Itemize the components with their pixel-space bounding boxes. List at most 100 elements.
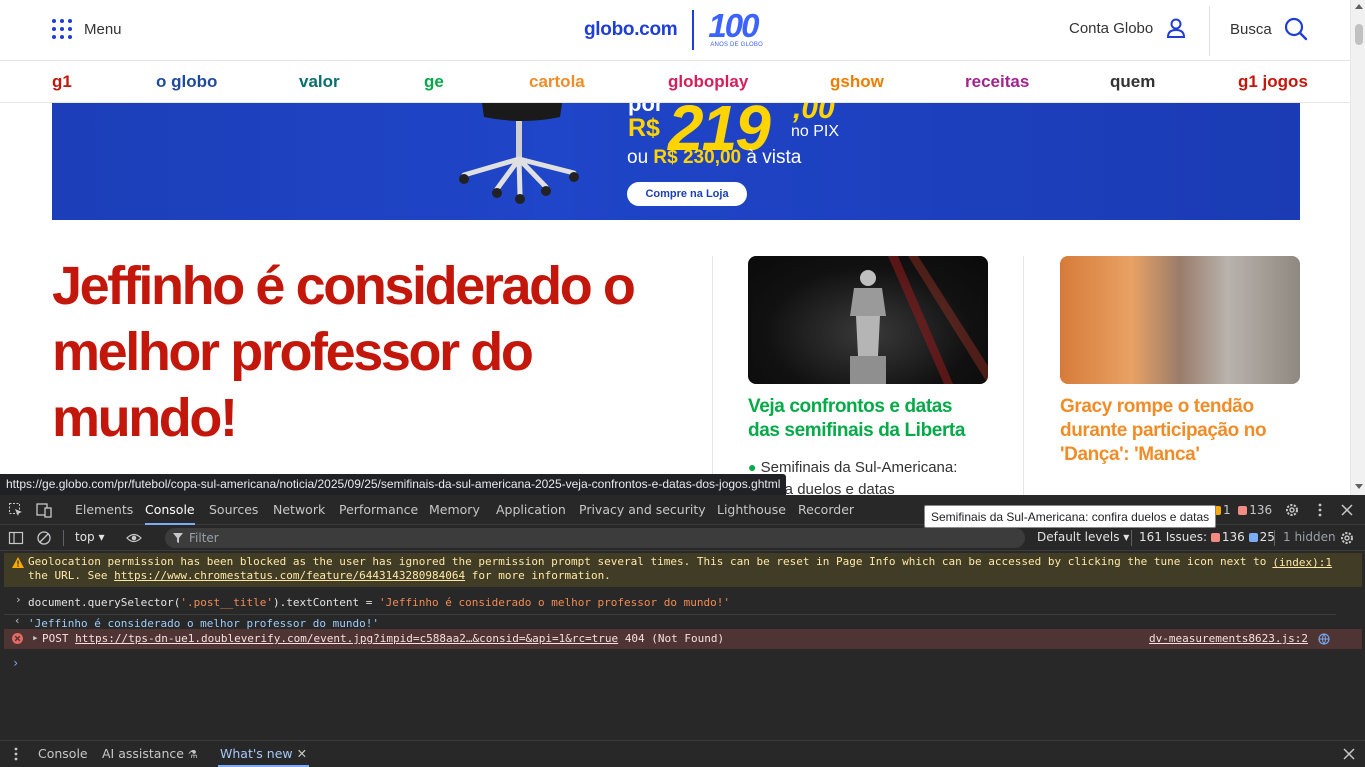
expand-triangle-icon[interactable]: ▸ xyxy=(32,631,39,644)
input-selector-arg: '.post__title' xyxy=(180,596,274,609)
warning-count: 1 xyxy=(1223,503,1231,517)
devtools-tab-performance[interactable]: Performance xyxy=(339,495,418,525)
nav-item-receitas[interactable]: receitas xyxy=(965,72,1029,92)
error-url-link[interactable]: https://tps-dn-ue1.doubleverify.com/even… xyxy=(75,632,618,645)
main-headline[interactable]: Jeffinho é considerado o melhor professo… xyxy=(52,253,692,451)
toolbar-divider xyxy=(1274,530,1275,546)
nav-item-ge[interactable]: ge xyxy=(424,72,444,92)
logo-100-number: 100 xyxy=(708,7,759,44)
nav-item-quem[interactable]: quem xyxy=(1110,72,1155,92)
scrollbar-thumb[interactable] xyxy=(1355,24,1363,45)
input-prefix: document. xyxy=(28,596,88,609)
console-input-command[interactable]: document.querySelector('.post__title').t… xyxy=(28,596,730,610)
drawer-tab-ai-assistance[interactable]: AI assistance ⚗ xyxy=(102,741,198,767)
devtools-tab-elements[interactable]: Elements xyxy=(75,495,133,525)
warning-triangle-icon xyxy=(12,557,24,568)
office-chair-image xyxy=(459,103,579,204)
inspect-element-icon[interactable] xyxy=(8,502,24,518)
sidebar-toggle-icon[interactable] xyxy=(8,530,24,546)
devtools-tab-console[interactable]: Console xyxy=(145,495,195,525)
warning-source-link[interactable]: (index):1 xyxy=(1272,556,1332,570)
devtools-tab-recorder[interactable]: Recorder xyxy=(798,495,854,525)
devtools-panel: Elements Console Sources Network Perform… xyxy=(0,495,1365,767)
devtools-tab-application[interactable]: Application xyxy=(496,495,566,525)
live-expression-eye-icon[interactable] xyxy=(126,530,142,546)
page-scrollbar[interactable] xyxy=(1350,0,1365,495)
console-error-message[interactable]: ▸ POST https://tps-dn-ue1.doubleverify.c… xyxy=(4,629,1362,649)
ad-banner[interactable]: por R$ 219 ,00 no PIX ou R$ 230,00 à vis… xyxy=(52,103,1300,220)
toolbar-divider xyxy=(1131,530,1132,546)
drawer-tab-whats-new-label: What's new xyxy=(220,746,293,761)
console-settings-gear-icon[interactable] xyxy=(1339,530,1355,546)
context-selector[interactable]: top ▾ xyxy=(75,530,105,544)
console-prompt-icon[interactable]: › xyxy=(12,656,19,670)
ad-cta-button[interactable]: Compre na Loja xyxy=(627,182,747,206)
search-button[interactable]: Busca xyxy=(1230,17,1308,41)
search-icon xyxy=(1284,17,1307,41)
nav-item-cartola[interactable]: cartola xyxy=(529,72,585,92)
warning-link[interactable]: https://www.chromestatus.com/feature/644… xyxy=(114,569,465,582)
site-header: Menu globo.com 100 ANOS DE GLOBO Conta G… xyxy=(0,0,1350,61)
issues-info-count: 25 xyxy=(1259,530,1275,544)
flask-icon: ⚗ xyxy=(187,748,198,761)
devtools-issue-badges[interactable]: 1 136 xyxy=(1212,503,1272,517)
libertadores-trophy-image[interactable] xyxy=(748,256,988,384)
input-method: querySelector xyxy=(87,596,174,609)
close-drawer-icon[interactable] xyxy=(1341,746,1357,762)
console-filter-input[interactable]: Filter xyxy=(165,528,1025,548)
nav-item-g1-jogos[interactable]: g1 jogos xyxy=(1238,72,1308,92)
header-divider xyxy=(1209,6,1210,56)
gracy-photo[interactable] xyxy=(1060,256,1300,384)
issues-warning-count: 136 xyxy=(1221,530,1245,544)
close-tab-icon[interactable]: ✕ xyxy=(297,746,307,761)
input-value: 'Jeffinho é considerado o melhor profess… xyxy=(379,596,731,609)
close-devtools-icon[interactable] xyxy=(1339,502,1355,518)
devtools-tab-memory[interactable]: Memory xyxy=(429,495,480,525)
column-divider xyxy=(712,256,713,496)
error-status: 404 (Not Found) xyxy=(624,632,725,645)
warning-line2-suffix: for more information. xyxy=(471,569,611,582)
issues-info-icon xyxy=(1248,533,1258,542)
devtools-tab-privacy[interactable]: Privacy and security xyxy=(579,495,706,525)
warning-text-line2: the URL. See https://www.chromestatus.co… xyxy=(28,569,1362,583)
nav-item-g1[interactable]: g1 xyxy=(52,72,72,92)
nav-item-globoplay[interactable]: globoplay xyxy=(668,72,748,92)
globo-logo[interactable]: globo.com 100 ANOS DE GLOBO xyxy=(584,9,770,51)
ad-vista-price: R$ 230,00 xyxy=(653,147,742,168)
scroll-up-arrow-icon[interactable] xyxy=(1355,4,1363,9)
console-toolbar: top ▾ Filter Default levels ▾ 161 Issues… xyxy=(0,525,1365,551)
output-chevron-icon: ‹ xyxy=(14,614,21,627)
nav-item-gshow[interactable]: gshow xyxy=(830,72,884,92)
drawer-tab-console[interactable]: Console xyxy=(38,741,88,767)
error-source-link[interactable]: dv-measurements8623.js:2 xyxy=(1149,632,1308,645)
drawer-tab-whats-new[interactable]: What's new ✕ xyxy=(218,741,310,767)
dropdown-arrow-icon: ▾ xyxy=(98,530,105,544)
levels-label: Default levels xyxy=(1037,530,1120,544)
nav-item-valor[interactable]: valor xyxy=(299,72,340,92)
clear-console-icon[interactable] xyxy=(36,530,52,546)
warning-line2-prefix: the URL. See xyxy=(28,569,108,582)
issues-counter[interactable]: 161 Issues: 136 25 xyxy=(1139,530,1275,544)
account-button[interactable]: Conta Globo xyxy=(1069,17,1187,39)
network-request-icon[interactable] xyxy=(1318,633,1330,645)
toolbar-divider xyxy=(63,530,64,546)
issues-warning-icon xyxy=(1210,533,1220,542)
more-options-icon[interactable] xyxy=(1312,502,1328,518)
hidden-messages-count: 1 hidden xyxy=(1283,530,1336,544)
log-levels-dropdown[interactable]: Default levels ▾ xyxy=(1037,530,1129,544)
device-toolbar-icon[interactable] xyxy=(36,502,52,518)
nav-item-o-globo[interactable]: o globo xyxy=(156,72,217,92)
issue-count: 136 xyxy=(1249,503,1273,517)
menu-button[interactable]: Menu xyxy=(52,18,122,40)
devtools-tab-sources[interactable]: Sources xyxy=(209,495,258,525)
card-title-gracy[interactable]: Gracy rompe o tendão durante participaçã… xyxy=(1060,395,1300,467)
drawer-tab-ai-label: AI assistance xyxy=(102,746,184,761)
drawer-menu-icon[interactable] xyxy=(8,746,24,762)
scroll-down-arrow-icon[interactable] xyxy=(1355,484,1363,489)
search-label: Busca xyxy=(1230,20,1272,38)
card-title-libertadores[interactable]: Veja confrontos e datas das semifinais d… xyxy=(748,395,988,443)
bullet-icon: ● xyxy=(748,459,757,475)
devtools-tab-network[interactable]: Network xyxy=(273,495,325,525)
devtools-tab-lighthouse[interactable]: Lighthouse xyxy=(717,495,786,525)
settings-gear-icon[interactable] xyxy=(1284,502,1300,518)
